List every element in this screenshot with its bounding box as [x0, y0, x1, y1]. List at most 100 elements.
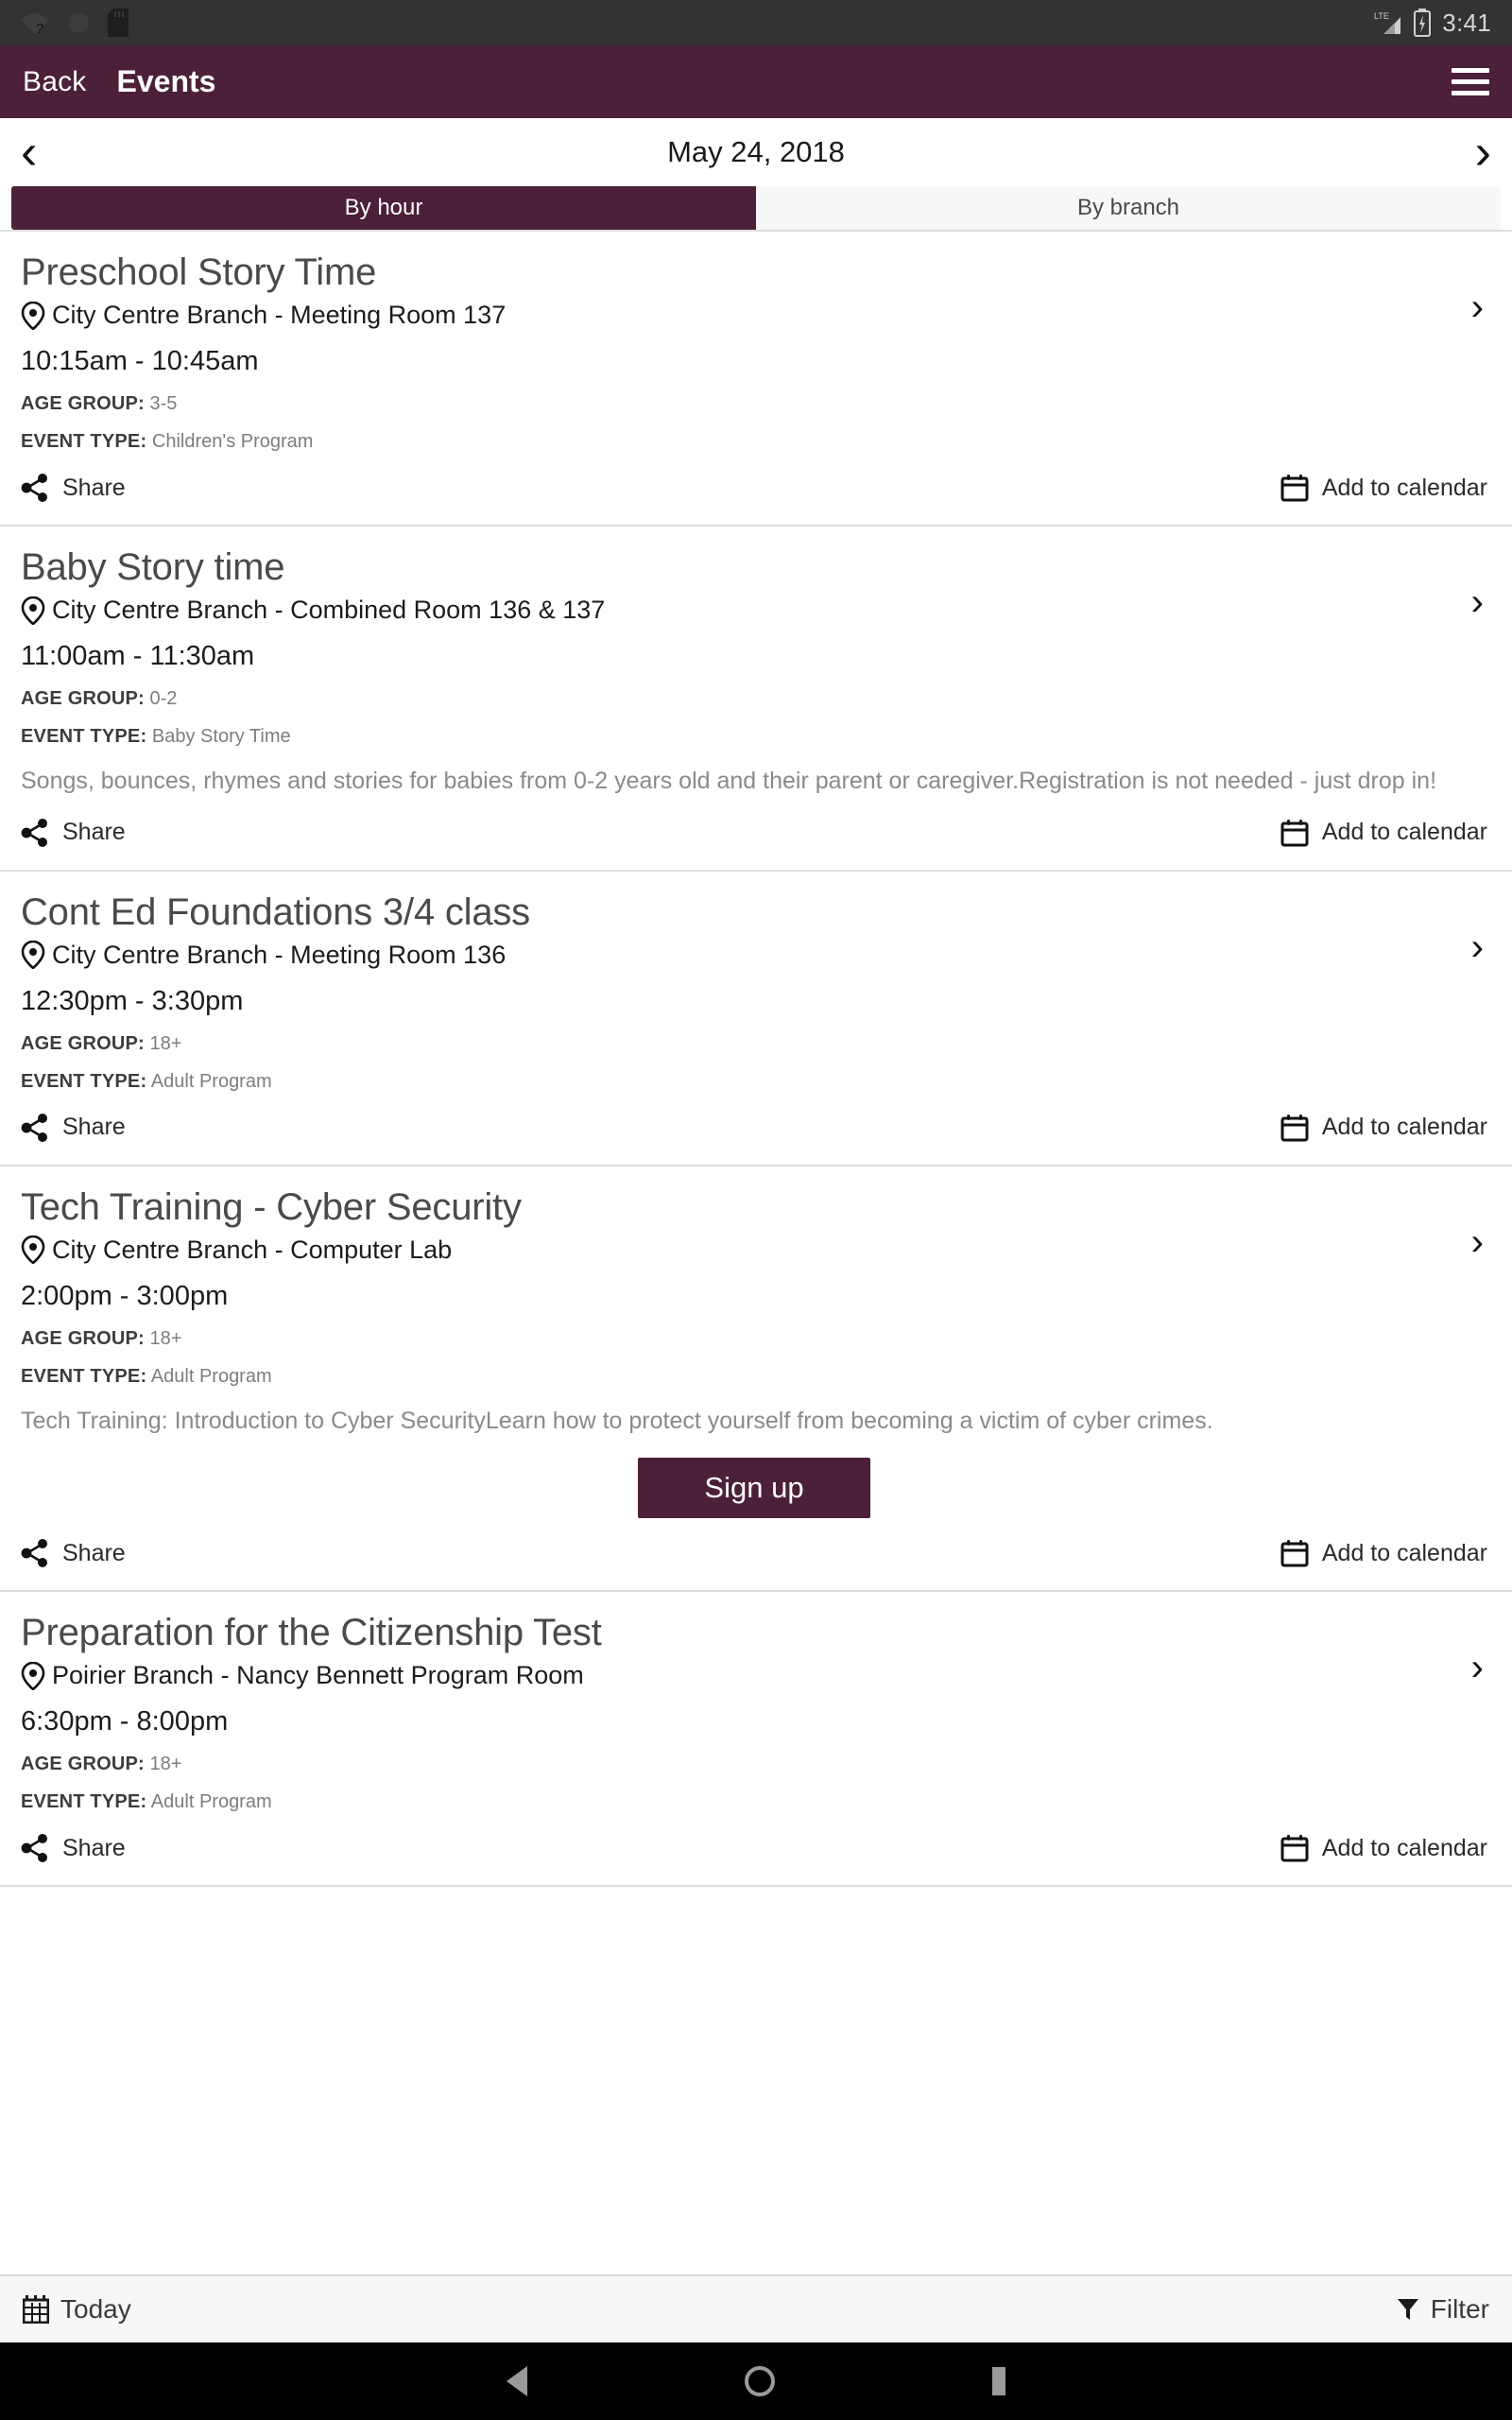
add-to-calendar-label: Add to calendar [1321, 819, 1487, 845]
event-title: Preparation for the Citizenship Test [21, 1612, 602, 1653]
event-location-row: City Centre Branch - Combined Room 136 &… [21, 596, 1487, 626]
event-type-label: EVENT TYPE: [21, 1791, 147, 1812]
age-group-value: 3-5 [149, 393, 178, 414]
back-button[interactable]: Back [23, 66, 87, 98]
event-type-label: EVENT TYPE: [21, 1365, 147, 1387]
event-title: Preschool Story Time [21, 251, 377, 293]
event-description: Songs, bounces, rhymes and stories for b… [21, 768, 1437, 794]
next-day-icon[interactable]: › [1475, 128, 1491, 177]
event-time: 12:30pm - 3:30pm [21, 985, 244, 1016]
share-icon [21, 1539, 49, 1567]
event-detail-chevron-icon[interactable]: › [1471, 1223, 1484, 1261]
hamburger-menu-icon[interactable] [1452, 68, 1489, 95]
add-to-calendar-button[interactable]: Add to calendar [1280, 1834, 1487, 1862]
event-card[interactable]: Preparation for the Citizenship Test Poir… [0, 1590, 1512, 1885]
event-card[interactable]: Tech Training - Cyber Security City Centr… [0, 1164, 1512, 1590]
event-type-row: EVENT TYPE: Children's Program [21, 431, 1487, 453]
current-date-label: May 24, 2018 [667, 135, 845, 168]
event-title: Tech Training - Cyber Security [21, 1185, 522, 1228]
event-detail-chevron-icon[interactable]: › [1471, 583, 1484, 621]
add-to-calendar-button[interactable]: Add to calendar [1280, 1539, 1487, 1567]
event-title: Cont Ed Foundations 3/4 class [21, 890, 530, 933]
add-to-calendar-label: Add to calendar [1321, 1114, 1487, 1140]
event-type-row: EVENT TYPE: Baby Story Time [21, 726, 1487, 748]
add-to-calendar-button[interactable]: Add to calendar [1280, 819, 1487, 847]
filter-label: Filter [1430, 2294, 1489, 2324]
share-label: Share [62, 819, 126, 845]
status-bar-clock: 3:41 [1442, 8, 1491, 37]
event-list[interactable]: Preschool Story Time City Centre Branch -… [0, 230, 1512, 2274]
event-location-row: Poirier Branch - Nancy Bennett Program R… [21, 1661, 1487, 1691]
event-detail-chevron-icon[interactable]: › [1471, 288, 1484, 326]
age-group-value: 18+ [149, 1032, 182, 1054]
event-detail-chevron-icon[interactable]: › [1471, 1649, 1484, 1686]
event-type-label: EVENT TYPE: [21, 726, 147, 747]
share-label: Share [62, 1834, 126, 1861]
event-description: Tech Training: Introduction to Cyber Sec… [21, 1407, 1213, 1434]
event-location: Poirier Branch - Nancy Bennett Program R… [52, 1661, 584, 1689]
age-group-label: AGE GROUP: [21, 393, 145, 414]
today-button[interactable]: Today [22, 2294, 131, 2325]
event-location: City Centre Branch - Computer Lab [52, 1235, 453, 1264]
event-type-row: EVENT TYPE: Adult Program [21, 1366, 1487, 1388]
share-button[interactable]: Share [21, 1113, 126, 1142]
calendar-add-icon [1280, 1539, 1309, 1567]
status-bar-left-icons: ? [21, 9, 129, 37]
share-icon [21, 818, 49, 847]
view-mode-tabs: By hour By branch [11, 186, 1501, 230]
add-to-calendar-button[interactable]: Add to calendar [1280, 1114, 1487, 1142]
event-actions: Share Add to calendar [21, 1834, 1487, 1885]
share-icon [21, 1113, 49, 1142]
svg-text:?: ? [36, 21, 43, 35]
add-to-calendar-button[interactable]: Add to calendar [1280, 474, 1487, 502]
signup-button[interactable]: Sign up [638, 1458, 870, 1518]
event-type-label: EVENT TYPE: [21, 431, 147, 452]
share-button[interactable]: Share [21, 818, 126, 847]
add-to-calendar-label: Add to calendar [1321, 1834, 1487, 1861]
event-card[interactable]: Cont Ed Foundations 3/4 class City Centre… [0, 869, 1512, 1165]
event-type-value: Adult Program [150, 1791, 272, 1812]
bottom-toolbar: Today Filter [0, 2274, 1512, 2342]
filter-button[interactable]: Filter [1397, 2294, 1489, 2325]
event-type-value: Children's Program [151, 431, 314, 452]
map-pin-icon [21, 940, 45, 970]
event-card[interactable]: Preschool Story Time City Centre Branch -… [0, 230, 1512, 525]
event-location-row: City Centre Branch - Meeting Room 137 [21, 301, 1487, 331]
event-card[interactable]: Baby Story time City Centre Branch - Comb… [0, 525, 1512, 870]
age-group-label: AGE GROUP: [21, 688, 145, 709]
share-icon [21, 474, 49, 502]
tab-by-branch[interactable]: By branch [756, 186, 1501, 230]
event-age-group-row: AGE GROUP: 18+ [21, 1033, 1487, 1055]
sd-card-icon [108, 9, 129, 37]
event-type-label: EVENT TYPE: [21, 1070, 147, 1092]
list-bottom-spacer [0, 1885, 1512, 1987]
age-group-value: 0-2 [149, 688, 178, 709]
add-to-calendar-label: Add to calendar [1321, 1539, 1487, 1566]
event-location: City Centre Branch - Meeting Room 137 [52, 301, 507, 329]
previous-day-icon[interactable]: ‹ [21, 128, 37, 177]
lte-signal-icon: LTE [1374, 9, 1402, 36]
event-actions: Share Add to calendar [21, 1113, 1487, 1165]
event-age-group-row: AGE GROUP: 18+ [21, 1328, 1487, 1350]
funnel-icon [1397, 2297, 1419, 2322]
event-actions: Share Add to calendar [21, 474, 1487, 525]
share-button[interactable]: Share [21, 1834, 126, 1862]
nav-recents-icon[interactable] [992, 2367, 1005, 2395]
nav-home-icon[interactable] [745, 2366, 775, 2396]
map-pin-icon [21, 1235, 45, 1265]
share-button[interactable]: Share [21, 474, 126, 502]
event-detail-chevron-icon[interactable]: › [1471, 928, 1484, 966]
event-type-value: Baby Story Time [151, 726, 291, 747]
event-location: City Centre Branch - Meeting Room 136 [52, 940, 507, 969]
age-group-label: AGE GROUP: [21, 1032, 145, 1054]
app-bar: Back Events [0, 45, 1512, 118]
date-navigation: ‹ May 24, 2018 › [0, 118, 1512, 186]
event-type-row: EVENT TYPE: Adult Program [21, 1071, 1487, 1093]
share-button[interactable]: Share [21, 1539, 126, 1567]
app-screen: ? LTE 3:41 Back Events ‹ May 24, 2018 › … [0, 0, 1512, 2420]
event-type-row: EVENT TYPE: Adult Program [21, 1791, 1487, 1813]
nav-back-icon[interactable] [507, 2366, 527, 2396]
tab-by-hour[interactable]: By hour [11, 186, 756, 230]
age-group-label: AGE GROUP: [21, 1327, 145, 1349]
signup-container: Sign up [21, 1458, 1487, 1518]
